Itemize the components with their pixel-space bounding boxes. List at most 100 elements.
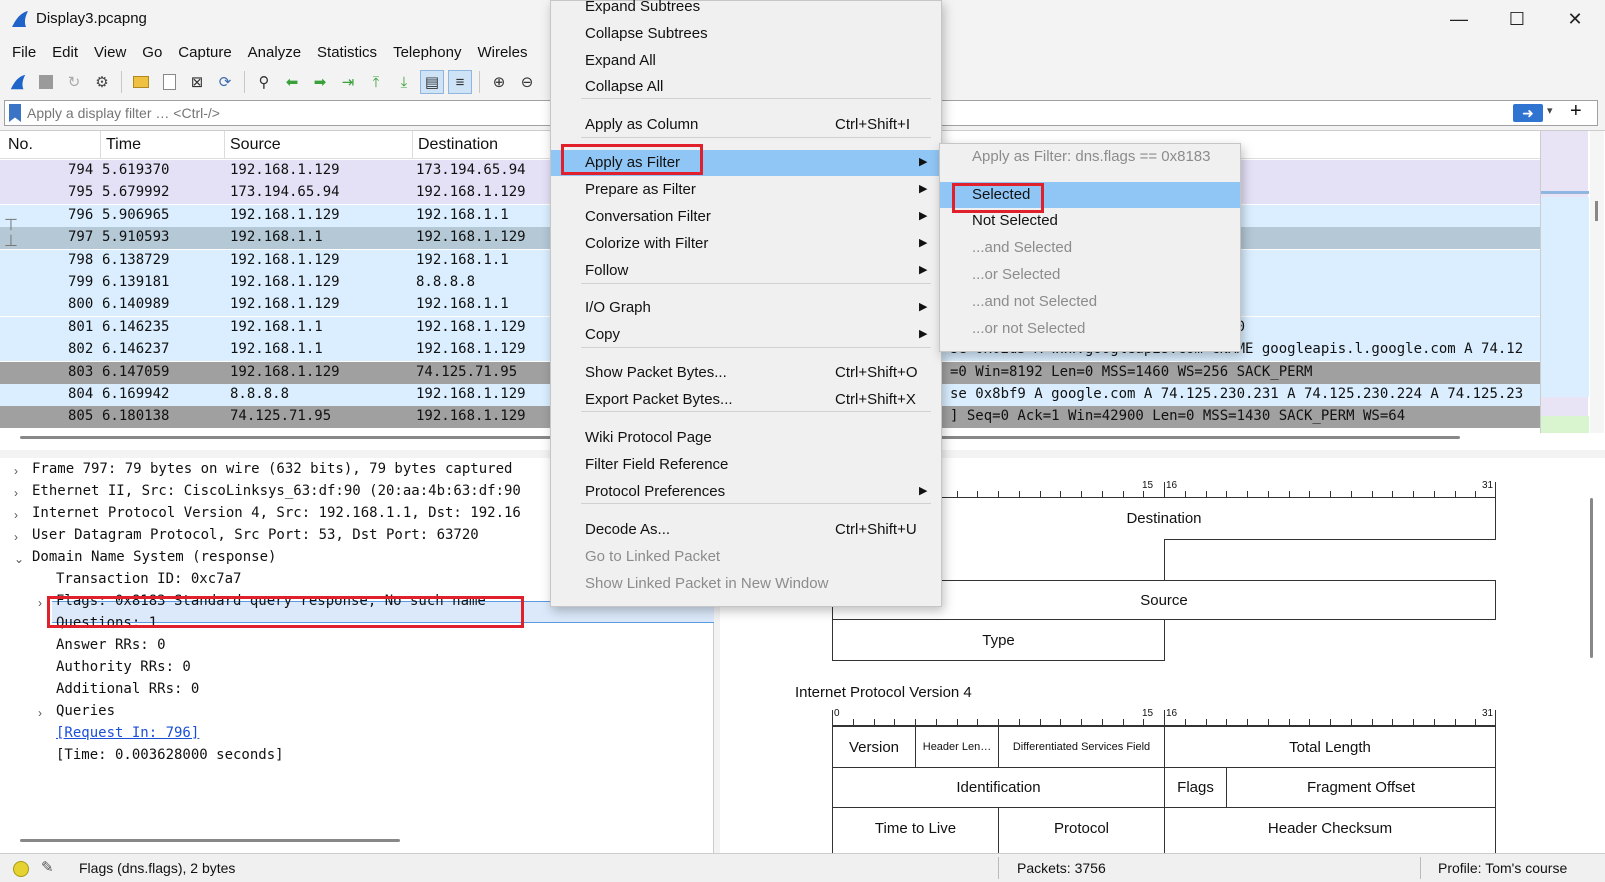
ip-checksum-field: Header Checksum <box>1164 807 1496 853</box>
save-file-icon[interactable] <box>157 70 181 94</box>
eth-type-field: Type <box>832 619 1165 661</box>
start-capture-icon[interactable] <box>6 70 30 94</box>
column-time[interactable]: Time <box>106 136 141 154</box>
close-button[interactable]: ✕ <box>1546 0 1604 38</box>
submenu-item-selected[interactable]: Selected <box>940 182 1240 208</box>
menu-edit[interactable]: Edit <box>44 44 86 61</box>
menu-item-wiki-protocol-page[interactable]: Wiki Protocol Page <box>551 425 943 451</box>
detail-tree-item[interactable]: Additional RRs: 0 <box>56 681 199 703</box>
chevron-right-icon[interactable]: › <box>14 464 18 478</box>
menu-item-prepare-as-filter[interactable]: Prepare as Filter ▶ <box>551 177 943 203</box>
detail-tree-item[interactable]: Domain Name System (response) <box>32 549 276 571</box>
go-back-icon[interactable]: ⬅ <box>280 70 304 94</box>
menu-item-apply-as-column[interactable]: Apply as Column Ctrl+Shift+I <box>551 112 943 138</box>
packet-list-scrollbar[interactable] <box>1590 131 1604 433</box>
chevron-right-icon[interactable]: › <box>38 596 42 610</box>
diagram-scrollbar[interactable] <box>1590 498 1593 658</box>
restart-capture-icon[interactable]: ↻ <box>62 70 86 94</box>
detail-tree-item[interactable]: Flags: 0x8183 Standard query response, N… <box>56 593 486 615</box>
submenu-item-or-not-selected: ...or not Selected <box>972 320 1086 337</box>
menu-item-decode-as[interactable]: Decode As... Ctrl+Shift+U <box>551 517 943 543</box>
close-file-icon[interactable]: ⊠ <box>185 70 209 94</box>
detail-tree-item[interactable]: Internet Protocol Version 4, Src: 192.16… <box>32 505 521 527</box>
open-file-icon[interactable] <box>129 70 153 94</box>
maximize-button[interactable]: ☐ <box>1488 0 1546 38</box>
edit-comment-icon[interactable]: ✎ <box>41 858 54 876</box>
menu-item-conversation-filter[interactable]: Conversation Filter ▶ <box>551 204 943 230</box>
detail-tree-item[interactable]: Transaction ID: 0xc7a7 <box>56 571 241 593</box>
menu-go[interactable]: Go <box>134 44 170 61</box>
chevron-right-icon[interactable]: › <box>14 486 18 500</box>
menu-item-show-packet-bytes[interactable]: Show Packet Bytes... Ctrl+Shift+O <box>551 360 943 386</box>
column-source[interactable]: Source <box>230 136 281 154</box>
data-cell-destination: 192.168.1.1 <box>416 296 509 313</box>
zoom-in-icon[interactable]: ⊕ <box>487 70 511 94</box>
status-bar: ✎ Flags (dns.flags), 2 bytes Packets: 37… <box>0 853 1605 882</box>
menu-item-expand-subtrees[interactable]: Expand Subtrees <box>551 0 943 20</box>
chevron-right-icon[interactable]: › <box>38 706 42 720</box>
details-hscrollbar[interactable] <box>20 839 400 842</box>
detail-tree-item[interactable]: User Datagram Protocol, Src Port: 53, Ds… <box>32 527 479 549</box>
menu-item-protocol-preferences[interactable]: Protocol Preferences ▶ <box>551 479 943 505</box>
data-cell-source: 192.168.1.129 <box>230 206 340 223</box>
menu-telephony[interactable]: Telephony <box>385 44 469 61</box>
data-cell-time: 6.146237 <box>102 341 170 358</box>
zoom-out-icon[interactable]: ⊖ <box>515 70 539 94</box>
go-last-packet-icon[interactable]: ⤓ <box>392 70 416 94</box>
chevron-down-icon[interactable]: ▾ <box>1547 104 1553 117</box>
go-to-packet-icon[interactable]: ⇥ <box>336 70 360 94</box>
menu-file[interactable]: File <box>4 44 44 61</box>
menu-item-collapse-all[interactable]: Collapse All <box>551 74 943 100</box>
bookmark-icon[interactable] <box>9 104 21 122</box>
menu-item-export-packet-bytes[interactable]: Export Packet Bytes... Ctrl+Shift+X <box>551 387 943 413</box>
go-first-packet-icon[interactable]: ⤒ <box>364 70 388 94</box>
chevron-right-icon[interactable]: › <box>14 530 18 544</box>
detail-tree-item[interactable]: Queries <box>56 703 115 725</box>
status-profile[interactable]: Profile: Tom's course <box>1438 860 1567 876</box>
find-packet-icon[interactable]: ⚲ <box>252 70 276 94</box>
menu-analyze[interactable]: Analyze <box>240 44 309 61</box>
arrow-right-icon[interactable]: ➜ <box>1513 104 1543 122</box>
data-cell-no: 801 <box>68 318 94 335</box>
detail-tree-item[interactable]: Ethernet II, Src: CiscoLinksys_63:df:90 … <box>32 483 521 505</box>
minimize-button[interactable]: — <box>1430 0 1488 38</box>
expert-info-icon[interactable] <box>13 861 29 877</box>
related-packet-icon: ⊥ <box>4 233 18 250</box>
stop-capture-icon[interactable] <box>34 70 58 94</box>
add-filter-button[interactable]: + <box>1570 100 1582 123</box>
colorize-icon[interactable]: ≡ <box>448 70 472 94</box>
column-destination[interactable]: Destination <box>418 136 498 154</box>
ip-protocol-field: Protocol <box>998 807 1165 853</box>
menu-item-collapse-subtrees[interactable]: Collapse Subtrees <box>551 21 943 47</box>
menu-item-expand-all[interactable]: Expand All <box>551 48 943 74</box>
detail-tree-item[interactable]: Questions: 1 <box>56 615 157 637</box>
menu-item-apply-as-filter[interactable]: Apply as Filter ▶ <box>551 150 943 176</box>
capture-options-icon[interactable]: ⚙ <box>90 70 114 94</box>
detail-tree-item[interactable]: [Request In: 796] <box>56 725 199 747</box>
menu-item-follow[interactable]: Follow ▶ <box>551 258 943 284</box>
context-menu: Expand Subtrees Collapse Subtrees Expand A… <box>550 0 943 607</box>
detail-tree-item[interactable]: Authority RRs: 0 <box>56 659 191 681</box>
detail-tree-item[interactable]: Frame 797: 79 bytes on wire (632 bits), … <box>32 461 512 483</box>
menu-wireless[interactable]: Wireles <box>469 44 535 61</box>
data-cell-info: se 0x8bf9 A google.com A 74.125.230.231 … <box>950 386 1524 402</box>
detail-tree-item[interactable]: Answer RRs: 0 <box>56 637 166 659</box>
submenu-arrow-icon: ▶ <box>919 301 928 313</box>
menu-item-i-o-graph[interactable]: I/O Graph ▶ <box>551 295 943 321</box>
go-forward-icon[interactable]: ➡ <box>308 70 332 94</box>
submenu-item-not-selected[interactable]: Not Selected <box>940 208 1240 234</box>
menu-view[interactable]: View <box>86 44 134 61</box>
menu-item-colorize-with-filter[interactable]: Colorize with Filter ▶ <box>551 231 943 257</box>
chevron-right-icon[interactable]: › <box>14 508 18 522</box>
autoscroll-icon[interactable]: ▤ <box>420 70 444 94</box>
menu-item-copy[interactable]: Copy ▶ <box>551 322 943 348</box>
column-no[interactable]: No. <box>8 136 33 154</box>
menu-capture[interactable]: Capture <box>170 44 239 61</box>
detail-tree-item[interactable]: [Time: 0.003628000 seconds] <box>56 747 284 769</box>
data-cell-destination: 192.168.1.129 <box>416 318 526 335</box>
packet-minimap[interactable] <box>1540 131 1589 433</box>
reload-file-icon[interactable]: ⟳ <box>213 70 237 94</box>
menu-statistics[interactable]: Statistics <box>309 44 385 61</box>
chevron-down-icon[interactable]: ⌄ <box>14 552 24 566</box>
menu-item-filter-field-reference[interactable]: Filter Field Reference <box>551 452 943 478</box>
